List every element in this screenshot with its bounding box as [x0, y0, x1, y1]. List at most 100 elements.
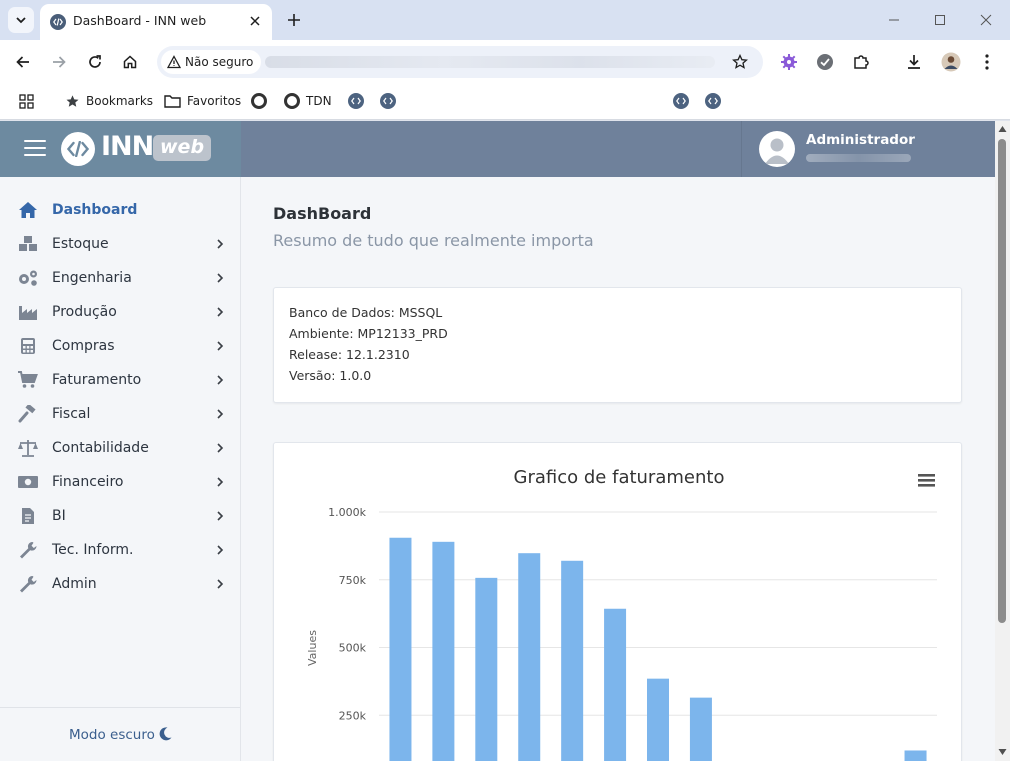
close-tab-icon[interactable]	[246, 12, 264, 30]
sidebar-item-admin[interactable]: Admin	[0, 567, 241, 601]
tab-search-button[interactable]	[8, 7, 34, 33]
chart-bar	[647, 678, 669, 761]
main-content: DashBoard Resumo de tudo que realmente i…	[241, 177, 995, 761]
star-icon	[732, 54, 748, 69]
y-tick-label: 250k	[339, 709, 367, 722]
sidebar-item-fiscal[interactable]: Fiscal	[0, 397, 241, 431]
chart-bar	[904, 750, 927, 761]
close-window-button[interactable]	[974, 8, 998, 32]
extensions-button[interactable]	[849, 50, 873, 74]
sidebar-item-label: Compras	[52, 338, 115, 354]
chart-menu-icon[interactable]	[918, 474, 935, 487]
bookmark-favoritos[interactable]: Favoritos	[164, 91, 241, 111]
home-button[interactable]	[117, 49, 143, 75]
totvs-icon	[251, 93, 267, 109]
bookmark-tdn[interactable]: TDN	[284, 91, 332, 111]
sidebar-item-label: Admin	[52, 576, 97, 592]
page-scrollbar[interactable]	[995, 121, 1010, 761]
bookmark-site-2[interactable]	[348, 91, 364, 111]
chart-title: Grafico de faturamento	[514, 467, 725, 488]
y-tick-label: 500k	[339, 642, 367, 655]
back-button[interactable]	[10, 49, 36, 75]
scrollbar-thumb[interactable]	[998, 139, 1006, 623]
sidebar-item-estoque[interactable]: Estoque	[0, 227, 241, 261]
close-icon	[980, 14, 992, 26]
sidebar-item-tec-inform[interactable]: Tec. Inform.	[0, 533, 241, 567]
sidebar-item-label: Produção	[52, 304, 117, 320]
bookmark-star-button[interactable]	[729, 51, 751, 73]
scroll-down-icon[interactable]	[998, 748, 1007, 756]
y-tick-label: 1.000k	[328, 506, 366, 519]
reload-button[interactable]	[82, 49, 108, 75]
security-label: Não seguro	[185, 55, 254, 69]
download-icon	[908, 55, 920, 69]
sidebar-item-faturamento[interactable]: Faturamento	[0, 363, 241, 397]
scroll-up-icon[interactable]	[998, 125, 1007, 133]
address-bar[interactable]: Não seguro	[157, 46, 763, 78]
chevron-right-icon	[217, 545, 224, 555]
profile-button[interactable]	[939, 50, 963, 74]
user-avatar-icon	[759, 131, 795, 167]
apps-button[interactable]	[19, 91, 34, 111]
bookmark-site-5[interactable]	[705, 91, 721, 111]
browser-tab-active[interactable]: DashBoard - INN web	[40, 4, 272, 40]
version-info: Versão: 1.0.0	[289, 368, 372, 383]
bookmark-label: Favoritos	[187, 94, 242, 108]
chevron-right-icon	[217, 409, 224, 419]
bookmark-site-4[interactable]	[673, 91, 689, 111]
maximize-icon	[935, 15, 945, 25]
chart-bar	[561, 560, 584, 761]
maximize-button[interactable]	[928, 8, 952, 32]
hamburger-menu-icon[interactable]	[24, 140, 46, 158]
bookmark-site-1[interactable]	[251, 91, 267, 111]
extension-gear-button[interactable]	[777, 50, 801, 74]
wrench-icon	[17, 574, 39, 594]
browser-menu-button[interactable]	[975, 50, 999, 74]
sidebar-item-financeiro[interactable]: Financeiro	[0, 465, 241, 499]
sidebar-item-engenharia[interactable]: Engenharia	[0, 261, 241, 295]
apps-grid-icon	[19, 93, 34, 109]
code-icon	[673, 93, 689, 109]
dark-mode-toggle[interactable]: Modo escuro	[0, 707, 240, 761]
downloads-button[interactable]	[902, 50, 926, 74]
y-axis-label: Values	[306, 630, 319, 666]
browser-tab-strip: DashBoard - INN web	[0, 0, 1010, 40]
billing-chart-card: Grafico de faturamento 250k 500k 750k 1.000k…	[273, 442, 962, 761]
arrow-left-icon	[16, 56, 29, 68]
chart-bar	[604, 608, 627, 761]
sidebar-item-label: Estoque	[52, 236, 109, 252]
logo-code-icon	[61, 132, 95, 166]
sidebar-item-contabilidade[interactable]: Contabilidade	[0, 431, 241, 465]
y-tick-label: 750k	[339, 574, 367, 587]
bookmark-label: TDN	[306, 94, 332, 108]
minimize-button[interactable]	[882, 8, 906, 32]
sidebar-item-dashboard[interactable]: Dashboard	[0, 193, 241, 227]
bookmarks-bar: Bookmarks Favoritos TDN	[0, 82, 1010, 120]
dark-mode-label: Modo escuro	[69, 727, 155, 743]
sidebar-item-bi[interactable]: BI	[0, 499, 241, 533]
industry-icon	[17, 302, 39, 322]
db-info: Banco de Dados: MSSQL	[289, 305, 443, 320]
moon-icon	[159, 727, 172, 741]
extension-check-button[interactable]	[813, 50, 837, 74]
puzzle-icon	[854, 55, 869, 69]
sidebar-item-label: Engenharia	[52, 270, 132, 286]
cart-icon	[17, 370, 39, 390]
minimize-icon	[889, 19, 899, 21]
sidebar-item-compras[interactable]: Compras	[0, 329, 241, 363]
sidebar-item-producao[interactable]: Produção	[0, 295, 241, 329]
forward-button[interactable]	[46, 49, 72, 75]
sidebar-item-label: Contabilidade	[52, 440, 149, 456]
bookmark-bookmarks[interactable]: Bookmarks	[65, 91, 153, 111]
user-menu[interactable]: Administrador	[741, 121, 995, 177]
release-info: Release: 12.1.2310	[289, 347, 410, 362]
arrow-right-icon	[53, 56, 66, 68]
security-chip[interactable]: Não seguro	[161, 50, 262, 74]
new-tab-button[interactable]	[281, 7, 307, 33]
bookmark-site-3[interactable]	[380, 91, 396, 111]
sidebar-item-label: Dashboard	[52, 202, 138, 218]
warning-icon	[167, 55, 181, 69]
billing-bar-chart: Grafico de faturamento 250k 500k 750k 1.000k…	[306, 467, 937, 761]
chevron-right-icon	[217, 239, 224, 249]
code-icon	[380, 93, 396, 109]
